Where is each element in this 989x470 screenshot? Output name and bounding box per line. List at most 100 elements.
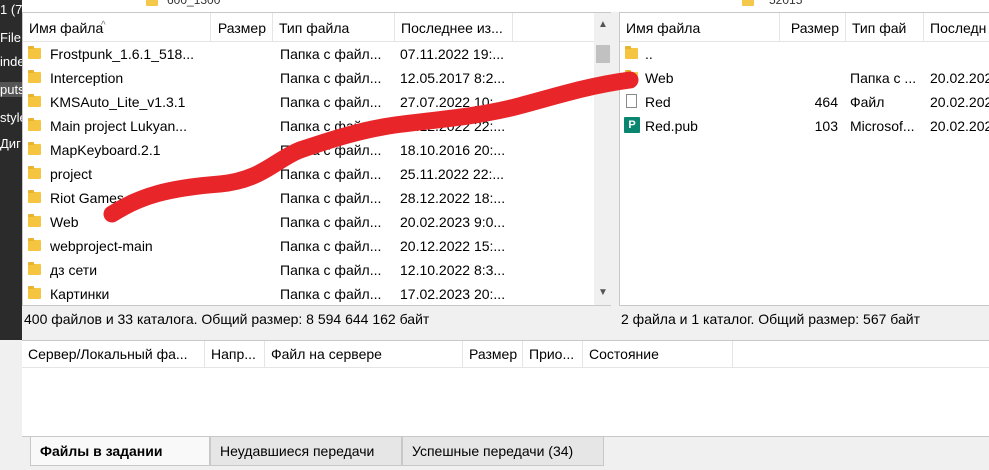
cell-modified: 20.02.2023 xyxy=(930,94,989,110)
local-status-bar: 400 файлов и 33 каталога. Общий размер: … xyxy=(22,306,613,332)
cell-name: MapKeyboard.2.1 xyxy=(50,142,161,158)
cell-size xyxy=(211,66,267,90)
cell-name: .. xyxy=(645,46,653,62)
column-header-type[interactable]: Тип файла xyxy=(273,13,395,41)
file-row[interactable]: MapKeyboard.2.1 Папка с файл... 18.10.2016… xyxy=(23,138,612,162)
folder-icon xyxy=(28,238,41,251)
file-row[interactable]: Web Папка с ... 20.02.2023 xyxy=(620,66,989,90)
folder-icon xyxy=(625,70,638,83)
file-row[interactable]: дз сети Папка с файл... 12.10.2022 8:3... xyxy=(23,258,612,282)
cell-name: Riot Games xyxy=(50,190,124,206)
queue-column-local-file[interactable]: Сервер/Локальный фа... xyxy=(22,341,205,367)
queue-column-status[interactable]: Состояние xyxy=(583,341,733,367)
cell-modified: 28.12.2022 18:... xyxy=(400,190,506,206)
cell-modified: 20.02.2023 xyxy=(930,118,989,134)
cell-size xyxy=(211,138,267,162)
cell-type xyxy=(850,42,922,66)
queue-header: Сервер/Локальный фа... Напр... Файл на с… xyxy=(22,341,989,368)
cell-type: Папка с файл... xyxy=(280,94,382,110)
cell-name: Interception xyxy=(50,70,124,86)
cell-type: Папка с файл... xyxy=(280,46,382,62)
cell-name: Frostpunk_1.6.1_518... xyxy=(50,46,194,62)
cell-modified: 20.02.2023 9:0... xyxy=(400,214,506,230)
queue-column-size[interactable]: Размер xyxy=(463,341,523,367)
cell-modified: 12.10.2022 8:3... xyxy=(400,262,506,278)
cell-name: KMSAuto_Lite_v1.3.1 xyxy=(50,94,186,110)
folder-icon xyxy=(625,46,638,59)
file-row[interactable]: Main project Lukyan... Папка с файл... 25.… xyxy=(23,114,612,138)
tab-queued-files[interactable]: Файлы в задании xyxy=(30,437,210,466)
file-row[interactable]: project Папка с файл... 25.11.2022 22:... xyxy=(23,162,612,186)
column-header-modified[interactable]: Последн xyxy=(924,13,989,41)
cell-name: дз сети xyxy=(50,262,98,278)
file-icon xyxy=(626,94,637,108)
cell-name: webproject-main xyxy=(50,238,153,254)
cell-type: Папка с файл... xyxy=(280,166,382,182)
folder-icon xyxy=(28,70,41,83)
tree-item-label: 52015 xyxy=(769,0,803,7)
cell-type: Папка с файл... xyxy=(280,190,382,206)
cell-size xyxy=(211,90,267,114)
tab-successful-transfers[interactable]: Успешные передачи (34) xyxy=(402,437,604,466)
folder-icon xyxy=(28,142,41,155)
remote-list-header: Имя файла Размер Тип фай Последн xyxy=(620,13,989,42)
folder-icon xyxy=(28,46,41,59)
cell-modified: 20.12.2022 15:... xyxy=(400,238,506,254)
scrollbar-thumb[interactable] xyxy=(596,45,610,63)
queue-column-remote-file[interactable]: Файл на сервере xyxy=(265,341,463,367)
cell-size xyxy=(211,114,267,138)
cell-type: Папка с файл... xyxy=(280,70,382,86)
file-row[interactable]: P Red.pub 103 Microsof... 20.02.2023 xyxy=(620,114,989,138)
folder-icon xyxy=(28,262,41,275)
column-header-label: Имя файла xyxy=(29,20,104,36)
column-header-size[interactable]: Размер xyxy=(211,13,273,41)
cell-type: Microsof... xyxy=(850,118,915,134)
file-row[interactable]: webproject-main Папка с файл... 20.12.2022… xyxy=(23,234,612,258)
column-header-size[interactable]: Размер xyxy=(780,13,846,41)
chevron-down-icon[interactable]: ▼ xyxy=(594,287,612,298)
folder-icon xyxy=(28,286,41,299)
transfer-queue[interactable]: Сервер/Локальный фа... Напр... Файл на с… xyxy=(22,340,989,436)
vertical-scrollbar[interactable]: ▲ ▼ xyxy=(594,13,612,305)
cell-type: Файл xyxy=(850,94,885,110)
cell-modified: 25.11.2022 22:... xyxy=(400,166,505,182)
publisher-file-icon: P xyxy=(624,117,640,133)
sliver-text: puts xyxy=(0,82,22,97)
column-header-type[interactable]: Тип фай xyxy=(846,13,924,41)
local-file-list[interactable]: Имя файла ^ Размер Тип файла Последнее и… xyxy=(22,12,613,306)
cell-name: Main project Lukyan... xyxy=(50,118,187,134)
cell-size xyxy=(780,42,838,66)
cell-modified: 12.05.2017 8:2... xyxy=(400,70,506,86)
file-row[interactable]: Frostpunk_1.6.1_518... Папка с файл... 07.… xyxy=(23,42,612,66)
queue-column-direction[interactable]: Напр... xyxy=(205,341,265,367)
cell-name: Web xyxy=(645,70,674,86)
cell-type: Папка с файл... xyxy=(280,214,382,230)
column-header-name[interactable]: Имя файла ^ xyxy=(23,13,211,41)
cell-name: Web xyxy=(50,214,79,230)
file-row[interactable]: Riot Games Папка с файл... 28.12.2022 18:.… xyxy=(23,186,612,210)
column-header-modified[interactable]: Последнее из... xyxy=(395,13,513,41)
folder-icon xyxy=(28,166,41,179)
file-row[interactable]: .. xyxy=(620,42,989,66)
cell-size xyxy=(211,282,267,305)
sliver-text: inde xyxy=(0,54,22,69)
file-row[interactable]: Interception Папка с файл... 12.05.2017 8:… xyxy=(23,66,612,90)
cell-size: 103 xyxy=(814,118,838,134)
cell-modified: 18.10.2016 20:... xyxy=(400,142,506,158)
sliver-text: File xyxy=(0,30,21,45)
tab-failed-transfers[interactable]: Неудавшиеся передачи xyxy=(210,437,402,466)
chevron-up-icon[interactable]: ▲ xyxy=(594,19,612,30)
cell-name: Red xyxy=(645,94,671,110)
folder-icon xyxy=(28,94,41,107)
file-row[interactable]: Web Папка с файл... 20.02.2023 9:0... xyxy=(23,210,612,234)
queue-column-priority[interactable]: Прио... xyxy=(523,341,583,367)
cell-type: Папка с файл... xyxy=(280,142,382,158)
pane-splitter[interactable] xyxy=(611,12,619,338)
column-header-name[interactable]: Имя файла xyxy=(620,13,780,41)
cell-size xyxy=(211,258,267,282)
file-row[interactable]: Картинки Папка с файл... 17.02.2023 20:... xyxy=(23,282,612,305)
file-row[interactable]: Red 464 Файл 20.02.2023 xyxy=(620,90,989,114)
tree-item-label: 600_1300 xyxy=(167,0,221,7)
remote-file-list[interactable]: Имя файла Размер Тип фай Последн .. Web Па… xyxy=(619,12,989,306)
file-row[interactable]: KMSAuto_Lite_v1.3.1 Папка с файл... 27.07.… xyxy=(23,90,612,114)
